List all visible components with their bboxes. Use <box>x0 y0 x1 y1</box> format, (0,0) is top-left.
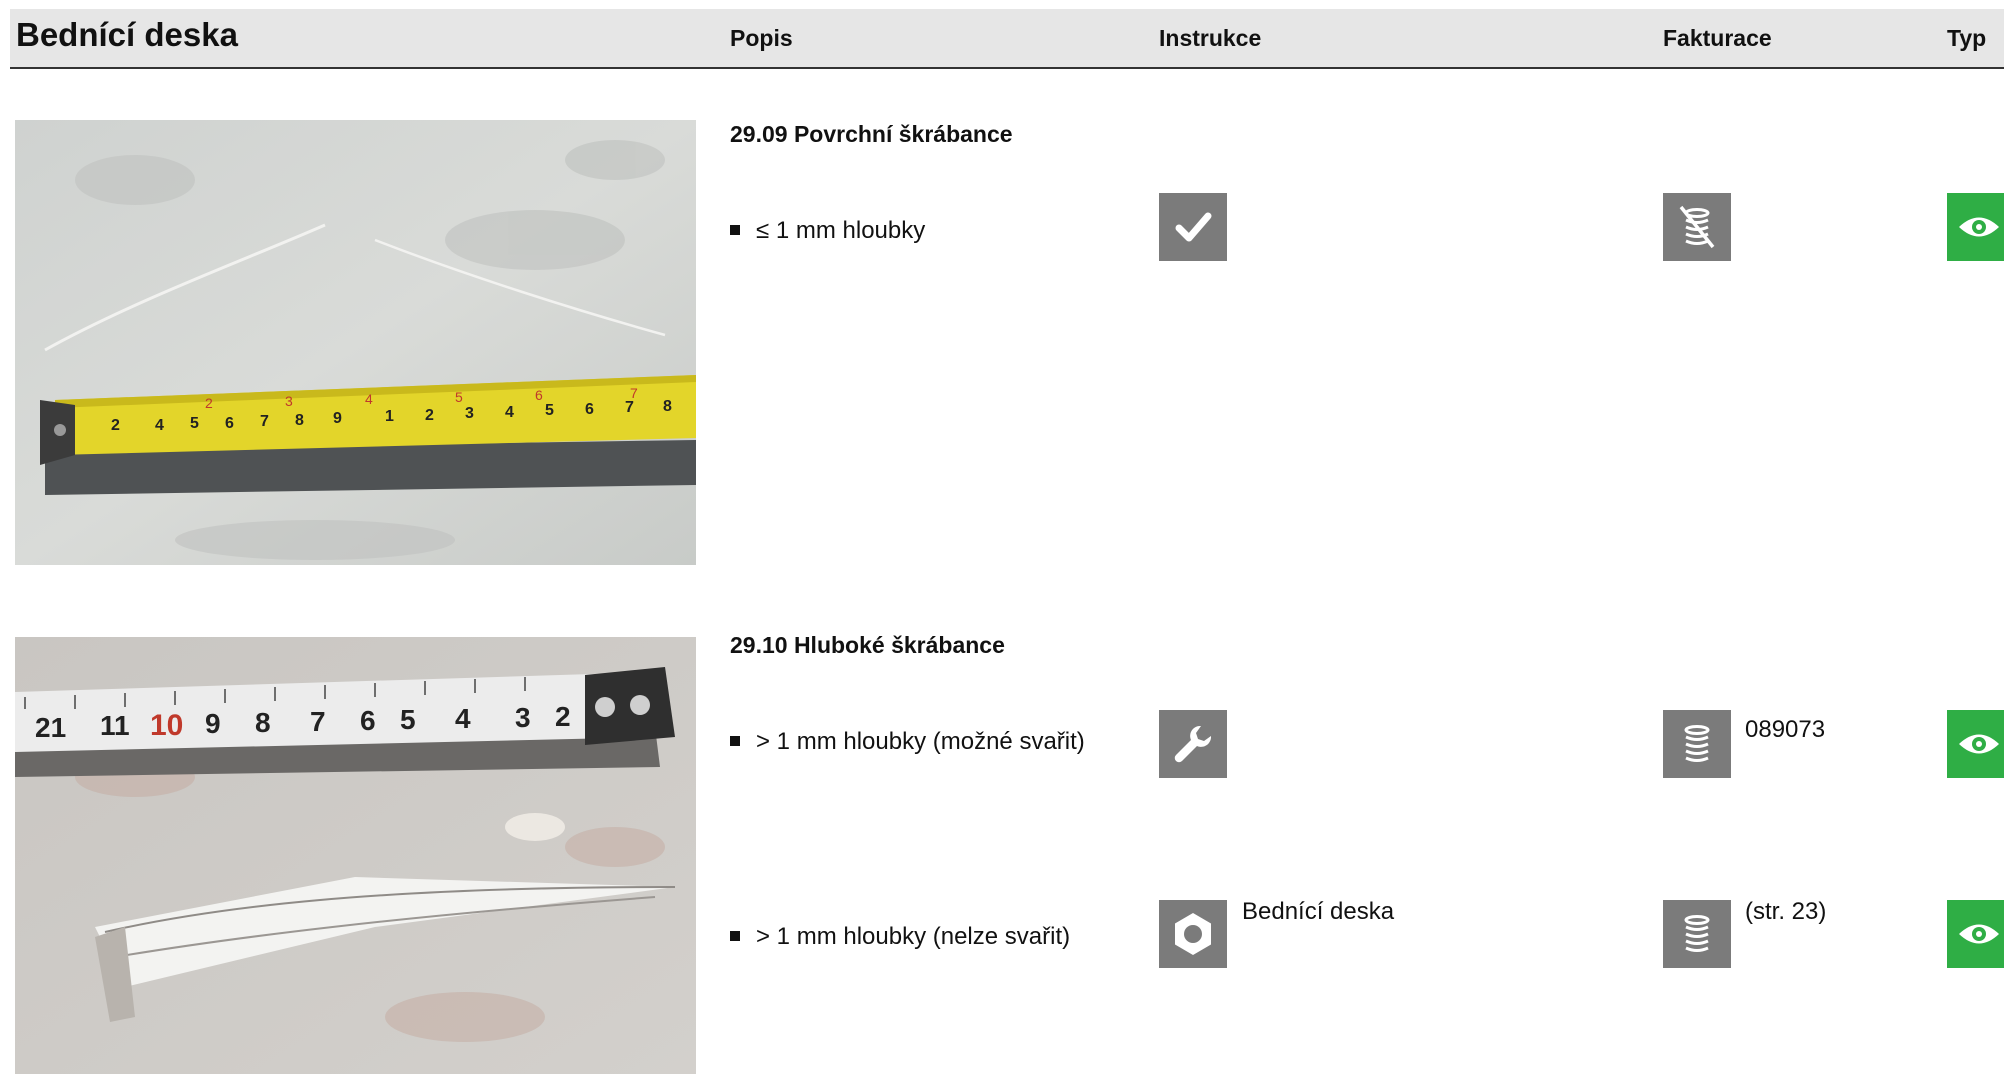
page-title: Bednící deska <box>16 16 238 53</box>
svg-text:4: 4 <box>365 391 373 407</box>
svg-text:2: 2 <box>111 417 120 434</box>
svg-text:6: 6 <box>225 415 234 432</box>
svg-text:9: 9 <box>205 708 221 739</box>
svg-text:7: 7 <box>260 413 269 430</box>
svg-text:10: 10 <box>150 709 183 742</box>
photo-superficial-scratch: 245 678 912 345 678 234 567 <box>15 120 696 565</box>
item-description: ≤ 1 mm hloubky <box>756 217 926 244</box>
svg-text:8: 8 <box>255 707 271 738</box>
svg-text:21: 21 <box>35 712 66 743</box>
svg-text:5: 5 <box>400 704 416 735</box>
column-header-fakturace: Fakturace <box>1663 25 1772 51</box>
svg-text:2: 2 <box>205 395 213 411</box>
eye-icon[interactable] <box>1947 900 2004 968</box>
column-header-instrukce: Instrukce <box>1159 25 1262 51</box>
svg-text:11: 11 <box>100 710 130 741</box>
bullet-square <box>730 736 740 746</box>
column-header-popis: Popis <box>730 25 793 51</box>
coins-icon[interactable] <box>1663 710 1731 778</box>
wrench-icon[interactable] <box>1159 710 1227 778</box>
list-item: > 1 mm hloubky (nelze svařit) <box>730 923 1070 951</box>
eye-icon[interactable] <box>1947 710 2004 778</box>
svg-text:3: 3 <box>285 393 293 409</box>
svg-text:6: 6 <box>585 401 594 418</box>
list-item: > 1 mm hloubky (možné svařit) <box>730 728 1085 756</box>
photo-deep-scratch: 21 11 9 8 7 65 4 32 10 <box>15 637 696 1074</box>
eye-icon[interactable] <box>1947 193 2004 261</box>
svg-text:4: 4 <box>155 417 164 434</box>
bullet-square <box>730 225 740 235</box>
svg-text:6: 6 <box>535 387 543 403</box>
svg-text:1: 1 <box>385 408 394 425</box>
svg-text:6: 6 <box>360 705 376 736</box>
instruction-text: Bednící deska <box>1242 898 1395 925</box>
list-item: ≤ 1 mm hloubky <box>730 217 925 245</box>
svg-text:7: 7 <box>310 706 326 737</box>
billing-page-ref: (str. 23) <box>1745 898 1827 925</box>
svg-text:3: 3 <box>465 405 474 422</box>
no-coins-icon[interactable] <box>1663 193 1731 261</box>
bullet-square <box>730 931 740 941</box>
svg-text:2: 2 <box>425 407 434 424</box>
svg-text:9: 9 <box>333 410 342 427</box>
svg-text:3: 3 <box>515 702 531 733</box>
checkmark-icon[interactable] <box>1159 193 1227 261</box>
svg-text:7: 7 <box>630 385 638 401</box>
item-title-deep: 29.10 Hluboké škrábance <box>730 632 1005 658</box>
table-header: Bednící deska Popis Instrukce Fakturace … <box>10 9 2004 69</box>
svg-text:5: 5 <box>190 415 199 432</box>
svg-text:8: 8 <box>295 412 304 429</box>
hex-nut-icon[interactable] <box>1159 900 1227 968</box>
svg-text:5: 5 <box>455 389 463 405</box>
billing-code: 089073 <box>1745 716 1826 743</box>
coins-icon[interactable] <box>1663 900 1731 968</box>
svg-text:7: 7 <box>625 399 634 416</box>
item-title-superficial: 29.09 Povrchní škrábance <box>730 121 1013 147</box>
svg-text:4: 4 <box>455 703 471 734</box>
item-description: > 1 mm hloubky (možné svařit) <box>756 728 1085 755</box>
item-description: > 1 mm hloubky (nelze svařit) <box>756 923 1071 950</box>
svg-text:2: 2 <box>555 701 571 732</box>
svg-text:5: 5 <box>545 402 554 419</box>
column-header-typ: Typ <box>1947 25 1987 51</box>
svg-text:4: 4 <box>505 404 514 421</box>
svg-text:8: 8 <box>663 398 672 415</box>
